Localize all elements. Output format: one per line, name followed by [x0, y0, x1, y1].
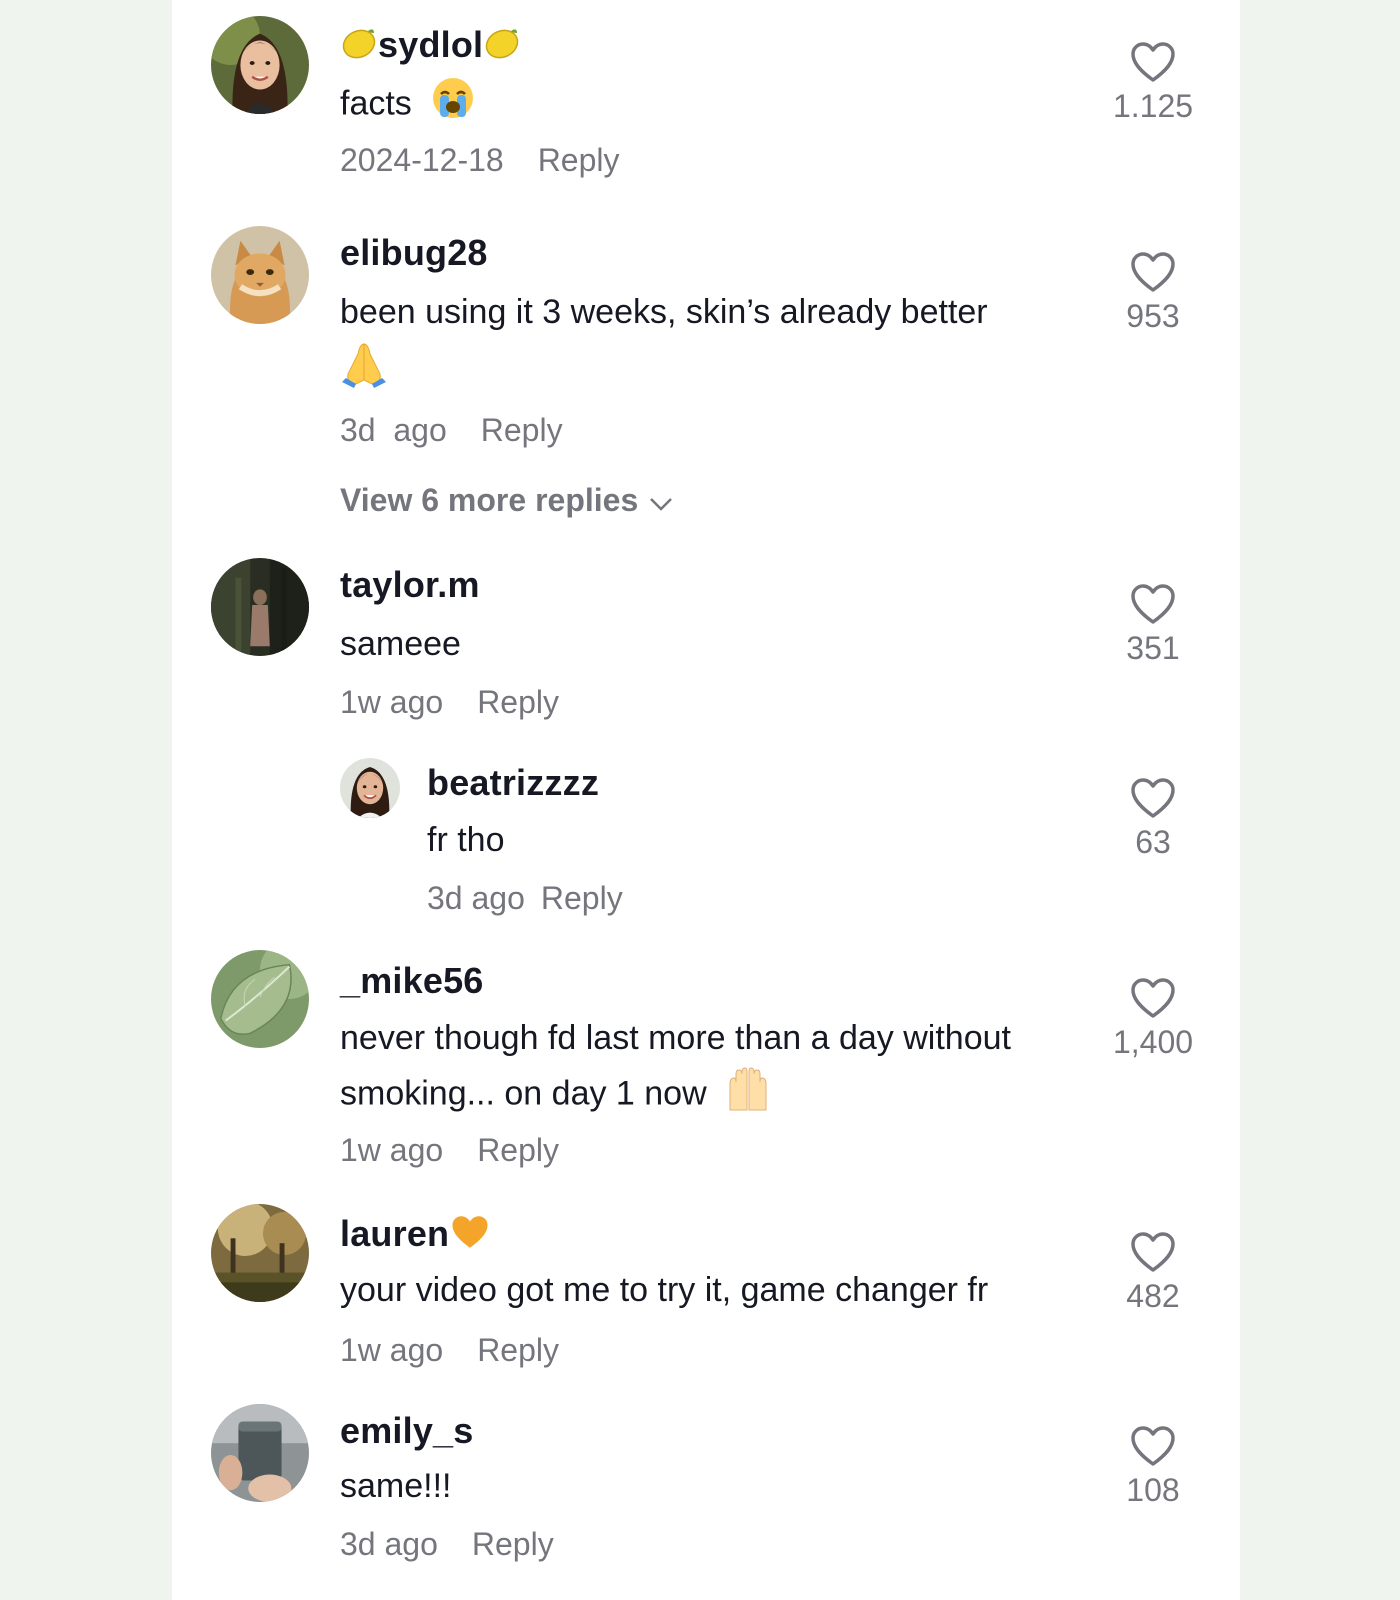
reply-button[interactable]: Reply: [477, 1132, 559, 1168]
like-button[interactable]: 108: [1093, 1424, 1213, 1509]
timestamp: 3d ago: [427, 880, 525, 916]
reply-button[interactable]: Reply: [541, 880, 623, 916]
comment-text-line: smoking... on day 1 now: [340, 1074, 707, 1113]
comment-text-body: your video got me to try it, game change…: [340, 1271, 989, 1309]
comment-text-body: fr tho: [427, 821, 505, 859]
comment-meta: 1w ago Reply: [340, 1332, 559, 1369]
comment-username[interactable]: _mike56: [340, 960, 484, 1002]
heart-icon: [1131, 584, 1175, 624]
comment-text: sameee: [340, 618, 461, 670]
comments-panel: sydlol facts 2024-12-18 Reply 1.125 elib…: [172, 0, 1240, 1600]
comment-meta: 3d ago Reply: [340, 1526, 554, 1563]
comment-text-body: sameee: [340, 625, 461, 663]
avatar[interactable]: [211, 226, 309, 324]
comment-text: your video got me to try it, game change…: [340, 1264, 988, 1316]
comment-meta: 1w ago Reply: [340, 684, 559, 721]
timestamp: 1w ago: [340, 684, 444, 720]
avatar[interactable]: [211, 558, 309, 656]
reply-button[interactable]: Reply: [477, 684, 559, 720]
comment-text: never though fd last more than a day wit…: [340, 1012, 1011, 1064]
like-button[interactable]: 482: [1093, 1230, 1213, 1315]
like-count: 63: [1135, 824, 1171, 860]
comment-text: smoking... on day 1 now: [340, 1064, 772, 1127]
avatar[interactable]: [211, 16, 309, 114]
heart-icon: [1131, 1232, 1175, 1272]
avatar[interactable]: [211, 1404, 309, 1502]
heart-icon: [1131, 252, 1175, 292]
reply-button[interactable]: Reply: [477, 1332, 559, 1368]
reply-button[interactable]: Reply: [538, 142, 620, 178]
reply-button[interactable]: Reply: [481, 412, 563, 448]
comment-username[interactable]: elibug28: [340, 232, 488, 274]
like-count: 953: [1126, 298, 1180, 334]
lemon-icon: [483, 25, 521, 70]
raising-hands-icon: [724, 1064, 772, 1127]
heart-icon: [1131, 978, 1175, 1018]
heart-icon: [1131, 1426, 1175, 1466]
comment-username[interactable]: sydlol: [340, 24, 521, 70]
like-button[interactable]: 351: [1093, 582, 1213, 667]
like-button[interactable]: 1,400: [1093, 976, 1213, 1061]
like-count: 108: [1126, 1472, 1180, 1508]
username-text: lauren: [340, 1213, 450, 1255]
like-count: 482: [1126, 1278, 1180, 1314]
username-text: sydlol: [378, 24, 484, 65]
avatar[interactable]: [340, 758, 400, 818]
more-replies-label: View 6 more replies: [340, 482, 639, 518]
timestamp: 3d ago: [340, 412, 447, 448]
lemon-icon: [340, 25, 378, 70]
comment-text: been using it 3 weeks, skin’s already be…: [340, 286, 1080, 338]
like-button[interactable]: 953: [1093, 250, 1213, 335]
comment-username[interactable]: lauren: [340, 1212, 491, 1261]
comment-text-body: been using it 3 weeks, skin’s already be…: [340, 293, 988, 331]
avatar[interactable]: [211, 1204, 309, 1302]
comment-meta: 3d ago Reply: [427, 880, 623, 917]
timestamp: 1w ago: [340, 1132, 444, 1168]
view-more-replies-button[interactable]: View 6 more replies: [340, 482, 674, 521]
comment-meta: 2024-12-18 Reply: [340, 142, 620, 179]
comment-meta: 3d ago Reply: [340, 412, 563, 449]
folded-hands-icon: [340, 340, 388, 393]
comment-text: same!!!: [340, 1460, 451, 1512]
comment-meta: 1w ago Reply: [340, 1132, 559, 1169]
like-count: 1,400: [1112, 1024, 1194, 1060]
like-button[interactable]: 63: [1093, 776, 1213, 861]
comment-text: fr tho: [427, 814, 504, 866]
comment-username[interactable]: emily_s: [340, 1410, 474, 1452]
comment-text-body: facts: [340, 84, 412, 123]
like-count: 351: [1126, 630, 1180, 666]
crying-face-icon: [431, 76, 475, 135]
heart-icon: [1131, 778, 1175, 818]
orange-heart-icon: [449, 1212, 491, 1261]
comment-username[interactable]: taylor.m: [340, 564, 480, 606]
timestamp: 2024-12-18: [340, 142, 504, 178]
timestamp: 1w ago: [340, 1332, 444, 1368]
reply-button[interactable]: Reply: [472, 1526, 554, 1562]
chevron-down-icon: [648, 484, 674, 521]
heart-icon: [1131, 42, 1175, 82]
like-count: 1.125: [1112, 88, 1194, 124]
avatar[interactable]: [211, 950, 309, 1048]
timestamp: 3d ago: [340, 1526, 438, 1562]
comment-text-body: same!!!: [340, 1467, 452, 1505]
comment-text-line: never though fd last more than a day wit…: [340, 1019, 1011, 1057]
comment-text: facts: [340, 76, 475, 135]
comment-username[interactable]: beatrizzzz: [427, 762, 599, 804]
like-button[interactable]: 1.125: [1093, 40, 1213, 125]
